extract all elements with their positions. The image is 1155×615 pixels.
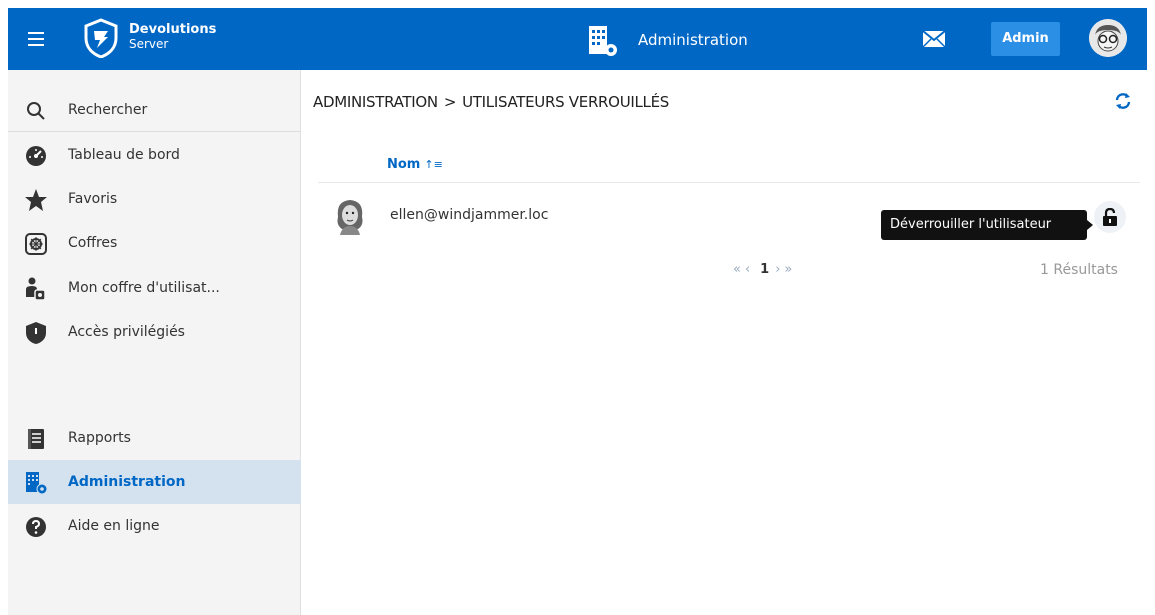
sidebar-item-label: Aide en ligne [68,518,160,534]
user-vault-icon [24,277,48,301]
admin-button[interactable]: Admin [991,22,1060,56]
sidebar-item-label: Accès privilégiés [68,324,185,340]
column-header-name[interactable]: Nom ↑≡ [387,157,443,172]
results-count: 1 Résultats [1040,262,1118,278]
hamburger-menu-icon[interactable] [28,32,44,46]
next-page-button[interactable]: › [775,262,780,277]
shield-icon [24,321,48,345]
vault-icon [24,232,48,256]
user-avatar [330,195,370,235]
sidebar-item-administration[interactable]: Administration [8,460,301,504]
breadcrumb: ADMINISTRATION > UTILISATEURS VERROUILLÉS [313,93,669,111]
sidebar-item-online-help[interactable]: Aide en ligne [8,504,301,548]
previous-page-button[interactable]: ‹ [745,262,750,277]
current-page[interactable]: 1 [760,262,769,277]
admin-building-icon [589,26,617,56]
sidebar-item-label: Tableau de bord [68,147,180,163]
page-title: Administration [638,31,748,49]
avatar-icon [1089,19,1127,57]
sidebar-item-label: Mon coffre d'utilisat... [68,280,220,296]
breadcrumb-root[interactable]: ADMINISTRATION [313,93,438,111]
pagination: « ‹ 1 › » [733,262,796,277]
unlock-icon [1103,208,1117,226]
avatar-icon [337,200,363,235]
logo-subtitle: Server [129,37,169,51]
sort-ascending-icon: ↑≡ [424,158,443,171]
sidebar-item-user-vault[interactable]: Mon coffre d'utilisat... [8,266,301,310]
sidebar-item-label: Coffres [68,235,118,251]
sidebar-item-vaults[interactable]: Coffres [8,221,301,265]
last-page-button[interactable]: » [784,262,792,277]
user-avatar[interactable] [1089,19,1127,57]
sidebar-item-reports[interactable]: Rapports [8,416,301,460]
sidebar-item-label: Administration [68,474,186,490]
sidebar-item-privileged-access[interactable]: Accès privilégiés [8,310,301,354]
reports-icon [24,427,48,451]
refresh-icon[interactable] [1114,92,1132,110]
user-email: ellen@windjammer.loc [390,207,549,223]
sidebar-item-label: Favoris [68,191,118,207]
admin-building-icon [24,471,48,495]
sidebar-item-dashboard[interactable]: Tableau de bord [8,133,301,177]
unlock-user-button[interactable] [1094,201,1126,233]
logo-title: Devolutions [129,22,217,37]
star-icon [24,188,48,212]
mail-icon[interactable] [922,30,946,48]
shield-logo-icon [84,18,118,58]
column-header-label: Nom [387,157,421,172]
dashboard-icon [24,144,48,168]
breadcrumb-current: UTILISATEURS VERROUILLÉS [462,93,670,111]
sidebar-item-label: Rapports [68,430,131,446]
sidebar: Rechercher Tableau de bord Favoris Coffr… [8,70,301,615]
devolutions-logo[interactable]: Devolutions Server [83,16,243,62]
help-icon [24,515,48,539]
unlock-tooltip: Déverrouiller l'utilisateur [881,210,1093,240]
sidebar-item-search[interactable]: Rechercher [8,88,301,132]
search-icon [24,99,48,123]
breadcrumb-separator: > [443,93,457,111]
sidebar-item-label: Rechercher [68,102,148,118]
table-row[interactable]: ellen@windjammer.loc Déverrouiller l'uti… [318,182,1140,248]
first-page-button[interactable]: « [733,262,741,277]
sidebar-item-favorites[interactable]: Favoris [8,177,301,221]
top-bar: Devolutions Server Administration Admin [8,8,1147,70]
